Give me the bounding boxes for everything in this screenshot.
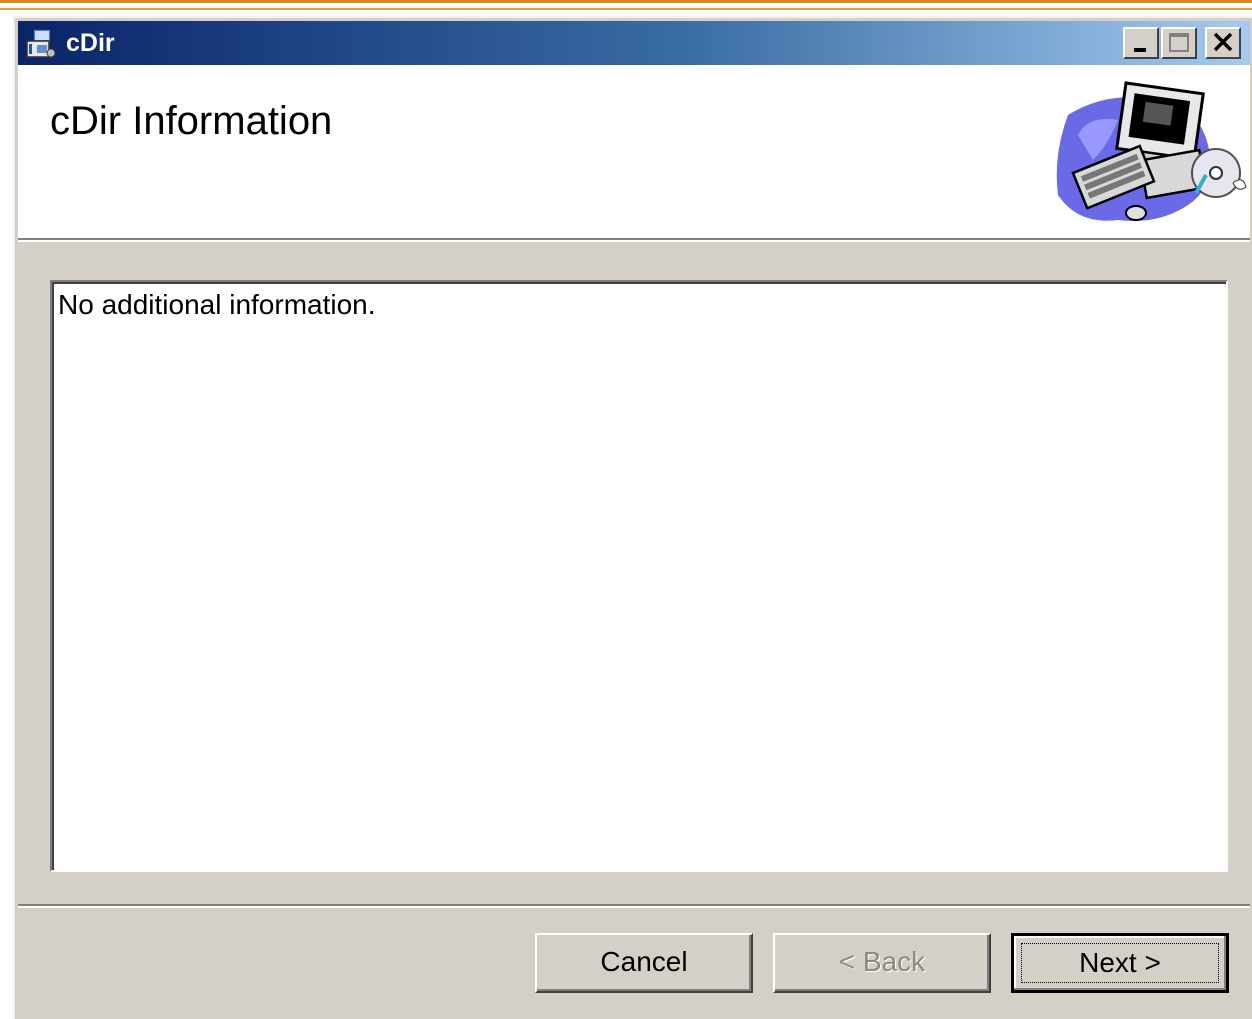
top-border-line-secondary — [0, 8, 1252, 10]
minimize-icon — [1134, 48, 1146, 52]
footer-separator-highlight — [18, 906, 1250, 908]
maximize-button[interactable] — [1161, 27, 1197, 59]
info-text: No additional information. — [58, 289, 376, 320]
next-button[interactable]: Next > — [1011, 933, 1229, 993]
cancel-button[interactable]: Cancel — [535, 933, 753, 993]
close-button[interactable] — [1205, 27, 1241, 59]
computer-setup-icon — [1048, 75, 1248, 233]
header-separator — [18, 240, 1250, 242]
top-border-line — [0, 0, 1252, 3]
wizard-header: cDir Information — [18, 65, 1250, 240]
back-button: < Back — [773, 933, 991, 993]
close-icon — [1213, 32, 1233, 52]
maximize-icon — [1169, 33, 1189, 52]
page-title: cDir Information — [50, 99, 333, 143]
minimize-button[interactable] — [1123, 27, 1159, 59]
back-button-label: < Back — [838, 946, 926, 977]
cancel-button-label: Cancel — [600, 946, 688, 977]
info-text-box[interactable]: No additional information. — [50, 280, 1228, 872]
window-title: cDir — [66, 29, 115, 57]
title-bar[interactable]: cDir — [18, 21, 1250, 65]
installer-app-icon[interactable] — [23, 27, 57, 61]
next-button-label: Next > — [1079, 947, 1161, 978]
installer-window: cDir cDir Information No additional info… — [13, 16, 1252, 1019]
